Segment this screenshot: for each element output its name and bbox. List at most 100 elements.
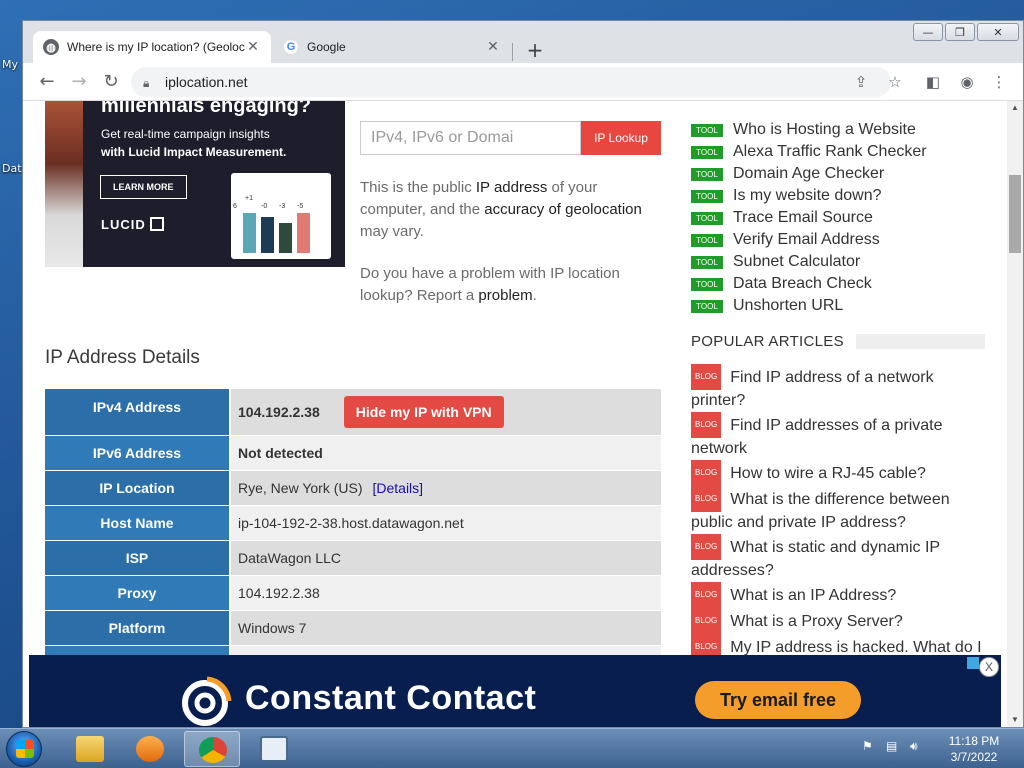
desktop-icon-label[interactable]: Dat (2, 162, 22, 175)
tool-badge: TOOL (691, 167, 723, 181)
ad-choices-icon[interactable] (967, 657, 979, 669)
tool-label: Who is Hosting a Website (733, 121, 916, 138)
google-icon: G (283, 39, 299, 55)
lucid-ad[interactable]: millennials engaging? Get real-time camp… (45, 101, 345, 267)
share-icon[interactable]: ⇪ (849, 70, 873, 94)
system-clock[interactable]: 11:18 PM 3/7/2022 (944, 733, 1004, 765)
side-panel-icon[interactable]: ◧ (921, 70, 945, 94)
blog-badge: BLOG (691, 582, 722, 608)
ip-lookup-input[interactable]: IPv4, IPv6 or Domai (360, 121, 581, 155)
article-item[interactable]: BLOG Find IP addresses of a private netwo… (691, 412, 985, 460)
tool-label: Trace Email Source (733, 209, 873, 226)
article-item[interactable]: BLOG What is static and dynamic IP addres… (691, 534, 985, 582)
tool-item[interactable]: TOOL Data Breach Check (691, 273, 985, 295)
row-label: IPv6 Address (45, 436, 229, 471)
learn-more-button[interactable]: LEARN MORE (100, 175, 187, 199)
flag-icon[interactable]: ⚑ (862, 739, 878, 755)
ad-mini-chart: 6 +1 -0 -3 -5 (231, 173, 331, 259)
try-email-free-button[interactable]: Try email free (695, 681, 861, 719)
profile-icon[interactable]: ◉ (955, 70, 979, 94)
scroll-up-icon[interactable]: ▲ (1007, 101, 1023, 115)
system-tray: ⚑ ▤ 🔊︎ (862, 739, 926, 755)
tool-list: TOOL Who is Hosting a Website TOOL Alexa T… (691, 119, 985, 317)
article-item[interactable]: BLOG What is an IP Address? (691, 582, 985, 608)
tool-label: Verify Email Address (733, 231, 880, 248)
media-player-taskbar-button[interactable] (122, 731, 178, 767)
article-item[interactable]: BLOG Find IP address of a network printer… (691, 364, 985, 412)
close-tab-icon[interactable]: ✕ (485, 39, 501, 55)
mini-label: 6 (233, 203, 237, 210)
tool-item[interactable]: TOOL Verify Email Address (691, 229, 985, 251)
location-value: Rye, New York (US) (238, 480, 363, 496)
start-button[interactable] (6, 731, 42, 767)
row-value: DataWagon LLC (231, 541, 661, 576)
article-item[interactable]: BLOG What is a Proxy Server? (691, 608, 985, 634)
intro-text: This is the public IP address of your co… (360, 177, 665, 327)
lucid-logo: LUCID (101, 217, 165, 232)
menu-icon[interactable]: ⋮ (987, 70, 1011, 94)
address-bar[interactable]: 🔒︎ iplocation.net (131, 67, 891, 97)
volume-icon[interactable]: 🔊︎ (910, 739, 926, 755)
geolocation-accuracy-link[interactable]: accuracy of geolocation (484, 201, 642, 218)
ip-lookup-button[interactable]: IP Lookup (581, 121, 661, 155)
article-title: What is the difference between public an… (691, 491, 950, 531)
article-item[interactable]: BLOG How to wire a RJ-45 cable? (691, 460, 985, 486)
tool-item[interactable]: TOOL Trace Email Source (691, 207, 985, 229)
reload-icon[interactable]: ↻ (99, 70, 123, 94)
clock-time: 11:18 PM (948, 734, 1000, 748)
row-value: 104.192.2.38 (231, 576, 661, 611)
article-title: Find IP address of a network printer? (691, 369, 934, 409)
article-item[interactable]: BLOG What is the difference between publi… (691, 486, 985, 534)
constant-contact-ad[interactable]: Constant Contact Try email free X (29, 655, 1001, 727)
page-scrollbar[interactable]: ▲ ▼ (1007, 101, 1023, 727)
hide-ip-vpn-button[interactable]: Hide my IP with VPN (343, 396, 504, 428)
intro-text-part: . (532, 287, 537, 304)
mini-bar (279, 223, 292, 253)
section-title: IP Address Details (45, 347, 200, 368)
network-icon[interactable]: ▤ (886, 739, 902, 755)
blog-badge: BLOG (691, 608, 722, 634)
article-title: What is an IP Address? (730, 587, 897, 604)
details-link[interactable]: [Details] (372, 480, 423, 496)
scrollbar-thumb[interactable] (1009, 175, 1021, 253)
tool-item[interactable]: TOOL Domain Age Checker (691, 163, 985, 185)
blog-badge: BLOG (691, 460, 722, 486)
app-taskbar-button[interactable] (246, 731, 302, 767)
ip-address-link[interactable]: IP address (476, 179, 547, 196)
constant-contact-logo-icon (182, 676, 232, 726)
star-icon[interactable]: ☆ (883, 70, 907, 94)
tool-item[interactable]: TOOL Who is Hosting a Website (691, 119, 985, 141)
close-tab-icon[interactable]: ✕ (245, 39, 261, 55)
lock-icon[interactable]: 🔒︎ (143, 76, 155, 90)
chrome-icon (199, 737, 227, 763)
tool-item[interactable]: TOOL Alexa Traffic Rank Checker (691, 141, 985, 163)
report-problem-link[interactable]: problem (478, 287, 532, 304)
mini-label: -5 (297, 203, 304, 210)
chrome-taskbar-button[interactable] (184, 731, 240, 767)
tab-iplocation[interactable]: ◍ Where is my IP location? (Geoloc ✕ (33, 31, 271, 63)
back-icon[interactable]: ← (35, 70, 59, 94)
page-viewport: millennials engaging? Get real-time camp… (23, 101, 1007, 727)
scroll-down-icon[interactable]: ▼ (1007, 713, 1023, 727)
row-value: Rye, New York (US) [Details] (231, 471, 661, 506)
tool-label: Alexa Traffic Rank Checker (733, 143, 927, 160)
new-tab-icon[interactable]: + (523, 39, 547, 63)
table-row: ISP DataWagon LLC (45, 541, 661, 576)
tool-badge: TOOL (691, 277, 723, 291)
forward-icon[interactable]: → (67, 70, 91, 94)
tool-item[interactable]: TOOL Subnet Calculator (691, 251, 985, 273)
tool-item[interactable]: TOOL Is my website down? (691, 185, 985, 207)
close-ad-icon[interactable]: X (979, 657, 999, 677)
row-value: Windows 7 (231, 611, 661, 646)
sidebar: TOOL Who is Hosting a Website TOOL Alexa T… (691, 101, 985, 660)
article-title: How to wire a RJ-45 cable? (730, 465, 926, 482)
tool-badge: TOOL (691, 211, 723, 225)
explorer-taskbar-button[interactable] (62, 731, 118, 767)
windows-logo-icon (16, 740, 34, 758)
row-value: ip-104-192-2-38.host.datawagon.net (231, 506, 661, 541)
tool-item[interactable]: TOOL Unshorten URL (691, 295, 985, 317)
ad-headline: millennials engaging? (101, 101, 312, 117)
desktop-icon-label[interactable]: My (2, 58, 22, 71)
table-row: IPv6 Address Not detected (45, 436, 661, 471)
tab-google[interactable]: G Google ✕ (273, 31, 511, 63)
